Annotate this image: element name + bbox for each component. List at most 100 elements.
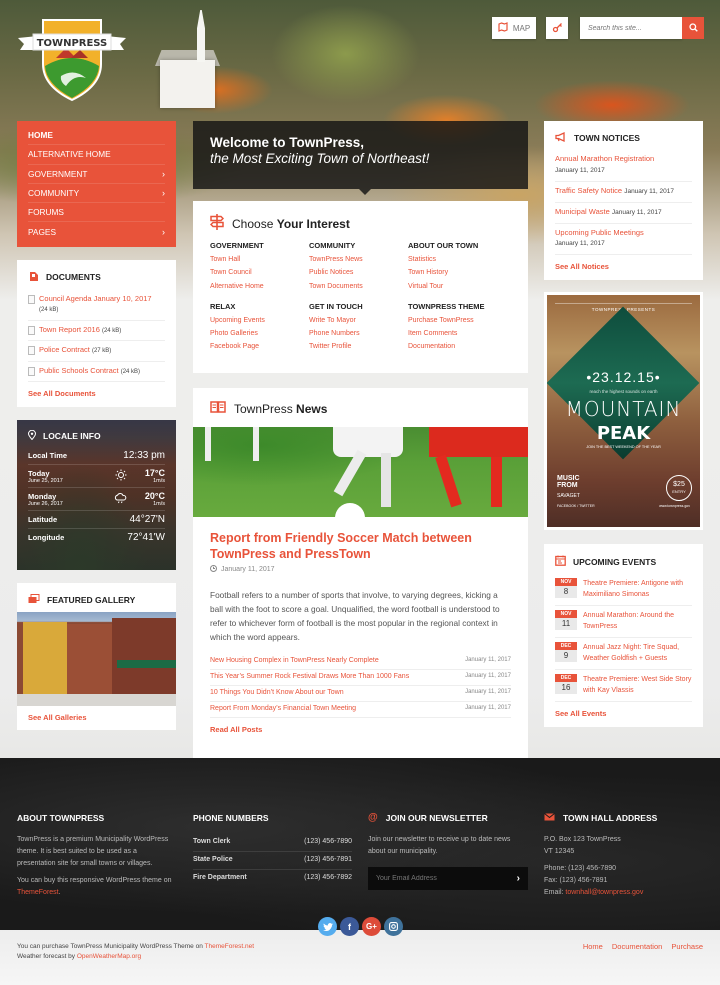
search-button[interactable] — [682, 17, 704, 39]
news-link[interactable]: Report From Monday’s Financial Town Meet… — [210, 705, 356, 712]
interest-link[interactable]: Public Notices — [309, 266, 408, 279]
document-item[interactable]: Council Agenda January 10, 2017 (24 kB) — [28, 290, 165, 321]
document-item[interactable]: Town Report 2016 (24 kB) — [28, 321, 165, 342]
event-link[interactable]: Theatre Premiere: Antigone with Maximili… — [583, 578, 692, 600]
interest-link[interactable]: Phone Numbers — [309, 327, 408, 340]
news-link[interactable]: 10 Things You Didn’t Know About our Town — [210, 689, 344, 696]
news-title-light: TownPress — [234, 402, 293, 416]
gallery-image[interactable] — [17, 612, 176, 707]
nav-item-pages[interactable]: PAGES › — [28, 222, 165, 241]
building — [23, 622, 67, 695]
see-all-galleries-link[interactable]: See All Galleries — [17, 706, 176, 730]
event-item: DEC 9 Annual Jazz Night: Tire Squad, Weath… — [555, 638, 692, 671]
notice-link[interactable]: Upcoming Public Meetings — [555, 228, 644, 237]
twitter-icon[interactable] — [318, 917, 337, 936]
address-email-link[interactable]: townhall@townpress.gov — [565, 889, 643, 896]
nav-item-government[interactable]: GOVERNMENT › — [28, 165, 165, 184]
interest-link[interactable]: TownPress News — [309, 253, 408, 266]
event-link[interactable]: Annual Jazz Night: Tire Squad, Weather G… — [583, 642, 692, 664]
address-title-text: TOWN HALL ADDRESS — [563, 813, 658, 823]
interest-title-bold: Your Interest — [276, 216, 350, 231]
poster-title: MOUNTAIN — [565, 397, 682, 422]
poster-subtitle: JOIN THE BEST WEEKEND OF THE YEAR — [586, 445, 661, 450]
nav-item-forums[interactable]: FORUMS — [28, 203, 165, 223]
document-link[interactable]: Police Contract — [39, 345, 90, 354]
nav-item-community[interactable]: COMMUNITY › — [28, 184, 165, 204]
interest-link[interactable]: Town Hall — [210, 253, 309, 266]
main-navigation: HOME ALTERNATIVE HOME GOVERNMENT › COMMUN… — [17, 121, 176, 247]
interest-link[interactable]: Documentation — [408, 340, 507, 353]
document-item[interactable]: Public Schools Contract (24 kB) — [28, 362, 165, 383]
interest-link[interactable]: Item Comments — [408, 327, 507, 340]
map-label: MAP — [512, 23, 531, 33]
nav-item-home[interactable]: HOME — [28, 126, 165, 146]
see-all-events-link[interactable]: See All Events — [555, 709, 692, 718]
interest-link[interactable]: Virtual Tour — [408, 280, 507, 293]
interest-column: TOWNPRESS THEME Purchase TownPress Item Co… — [408, 302, 507, 354]
interest-columns: GOVERNMENT Town Hall Town Council Alternati… — [210, 241, 511, 354]
bottom-bar-text: You can purchase TownPress Municipality … — [17, 942, 254, 962]
interest-link[interactable]: Twitter Profile — [309, 340, 408, 353]
interest-link[interactable]: Purchase TownPress — [408, 314, 507, 327]
instagram-icon[interactable] — [384, 917, 403, 936]
interest-title-light: Choose — [232, 216, 274, 231]
interest-link[interactable]: Write To Mayor — [309, 314, 408, 327]
event-link[interactable]: Annual Marathon: Around the TownPress — [583, 610, 692, 632]
event-item: NOV 8 Theatre Premiere: Antigone with Maxi… — [555, 574, 692, 607]
read-all-posts-link[interactable]: Read All Posts — [210, 725, 511, 734]
event-month: NOV — [555, 610, 577, 619]
document-item[interactable]: Police Contract (27 kB) — [28, 341, 165, 362]
news-featured-title[interactable]: Report from Friendly Soccer Match betwee… — [210, 530, 511, 562]
interest-link[interactable]: Alternative Home — [210, 280, 309, 293]
nav-item-alternative-home[interactable]: ALTERNATIVE HOME — [28, 145, 165, 165]
themeforest-net-link[interactable]: ThemeForest.net — [205, 943, 255, 950]
nav-label: ALTERNATIVE HOME — [28, 149, 111, 160]
notice-link[interactable]: Municipal Waste — [555, 207, 610, 216]
login-button[interactable] — [546, 17, 568, 39]
bottom-nav-purchase[interactable]: Purchase — [671, 942, 703, 951]
document-link[interactable]: Town Report 2016 — [39, 325, 100, 334]
news-link[interactable]: New Housing Complex in TownPress Nearly … — [210, 657, 379, 664]
interest-link[interactable]: Town History — [408, 266, 507, 279]
openweathermap-link[interactable]: OpenWeatherMap.org — [77, 953, 141, 960]
news-section: TownPress News Report from Friendly Socc… — [193, 388, 528, 763]
event-day: 11 — [555, 618, 577, 631]
news-link[interactable]: This Year’s Summer Rock Festival Draws M… — [210, 673, 409, 680]
right-sidebar: TOWN NOTICES Annual Marathon Registratio… — [544, 121, 703, 728]
bottom-nav-home[interactable]: Home — [583, 942, 603, 951]
search-input[interactable] — [580, 17, 682, 39]
themeforest-link[interactable]: ThemeForest — [17, 889, 59, 896]
weather-today-row: Today June 25, 2017 17°C 1m/s — [28, 465, 165, 489]
interest-link[interactable]: Facebook Page — [210, 340, 309, 353]
interest-link[interactable]: Town Documents — [309, 280, 408, 293]
facebook-icon[interactable]: f — [340, 917, 359, 936]
news-list-item: New Housing Complex in TownPress Nearly … — [210, 654, 511, 670]
see-all-documents-link[interactable]: See All Documents — [28, 389, 165, 398]
site-logo[interactable]: TOWNPRESS — [16, 16, 128, 102]
notice-link[interactable]: Annual Marathon Registration — [555, 154, 654, 163]
document-link[interactable]: Public Schools Contract — [39, 366, 119, 375]
event-poster-banner[interactable]: TOWNPRESS PRESENTS •23.12.15• reach the … — [544, 292, 703, 531]
nav-label: GOVERNMENT — [28, 168, 88, 179]
event-link[interactable]: Theatre Premiere: West Side Story with K… — [583, 674, 692, 696]
news-title-bold: News — [296, 402, 328, 416]
interest-link[interactable]: Upcoming Events — [210, 314, 309, 327]
building — [112, 618, 176, 695]
news-list-item: This Year’s Summer Rock Festival Draws M… — [210, 670, 511, 686]
document-link[interactable]: Council Agenda January 10, 2017 — [39, 294, 152, 303]
interest-link[interactable]: Photo Galleries — [210, 327, 309, 340]
see-all-notices-link[interactable]: See All Notices — [555, 262, 692, 271]
news-featured-image[interactable] — [193, 427, 528, 517]
newsletter-email-input[interactable] — [376, 875, 496, 882]
map-button[interactable]: MAP — [492, 17, 536, 39]
notice-link[interactable]: Traffic Safety Notice — [555, 186, 622, 195]
notices-title: TOWN NOTICES — [555, 131, 692, 144]
banner-arrow — [359, 189, 371, 195]
google-plus-icon[interactable]: G+ — [362, 917, 381, 936]
left-sidebar: HOME ALTERNATIVE HOME GOVERNMENT › COMMUN… — [17, 121, 176, 731]
interest-link[interactable]: Statistics — [408, 253, 507, 266]
interest-link[interactable]: Town Council — [210, 266, 309, 279]
submit-arrow-icon[interactable]: › — [517, 873, 520, 885]
bottom-nav-documentation[interactable]: Documentation — [612, 942, 662, 951]
notice-date: January 11, 2017 — [555, 166, 605, 174]
